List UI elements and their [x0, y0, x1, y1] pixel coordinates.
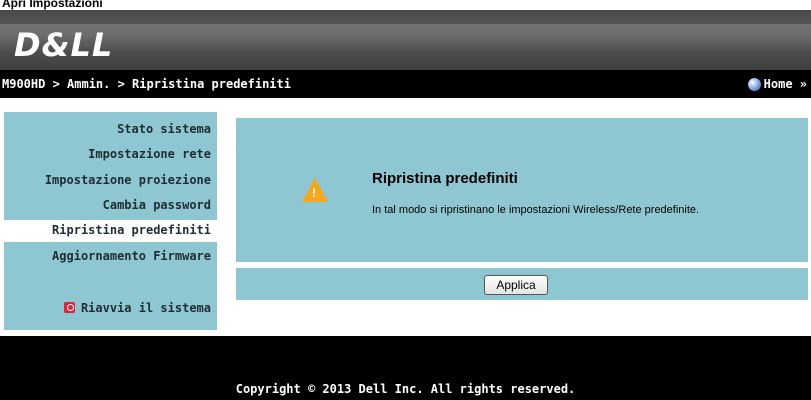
- panel-description: In tal modo si ripristinano le impostazi…: [372, 204, 700, 216]
- restart-icon: [63, 302, 75, 313]
- sidebar-item-aggiornamento-firmware[interactable]: Aggiornamento Firmware: [52, 249, 211, 263]
- sidebar-item-stato-sistema[interactable]: Stato sistema: [117, 122, 211, 136]
- nav-bar: M900HD > Ammin. > Ripristina predefiniti…: [0, 70, 811, 98]
- sidebar-item-cambia-password[interactable]: Cambia password: [103, 198, 211, 212]
- apply-button[interactable]: Applica: [484, 275, 548, 295]
- copyright: Copyright © 2013 Dell Inc. All rights re…: [235, 382, 576, 396]
- home-label: Home »: [763, 77, 807, 91]
- panel-title: Ripristina predefiniti: [372, 170, 518, 187]
- dell-logo: D&LL: [14, 26, 114, 64]
- page-title: Apri Impostazioni: [2, 0, 103, 10]
- footer: Copyright © 2013 Dell Inc. All rights re…: [0, 336, 811, 400]
- sidebar: Stato sistema Impostazione rete Impostaz…: [0, 112, 221, 330]
- header-banner: D&LL: [0, 10, 811, 70]
- sidebar-item-impostazione-proiezione[interactable]: Impostazione proiezione: [45, 173, 211, 187]
- page-title-bar: Apri Impostazioni: [0, 0, 811, 10]
- home-link[interactable]: Home »: [747, 77, 807, 91]
- warning-icon-mark: !: [312, 186, 316, 200]
- breadcrumb: M900HD > Ammin. > Ripristina predefiniti: [2, 77, 291, 91]
- sidebar-item-impostazione-rete[interactable]: Impostazione rete: [88, 147, 211, 161]
- restart-label: Riavvia il sistema: [80, 301, 211, 315]
- banner-shine: [0, 24, 811, 52]
- globe-icon: [747, 77, 761, 91]
- sidebar-item-ripristina-predefiniti[interactable]: Ripristina predefiniti: [0, 220, 221, 242]
- restart-system-link[interactable]: Riavvia il sistema: [63, 301, 211, 315]
